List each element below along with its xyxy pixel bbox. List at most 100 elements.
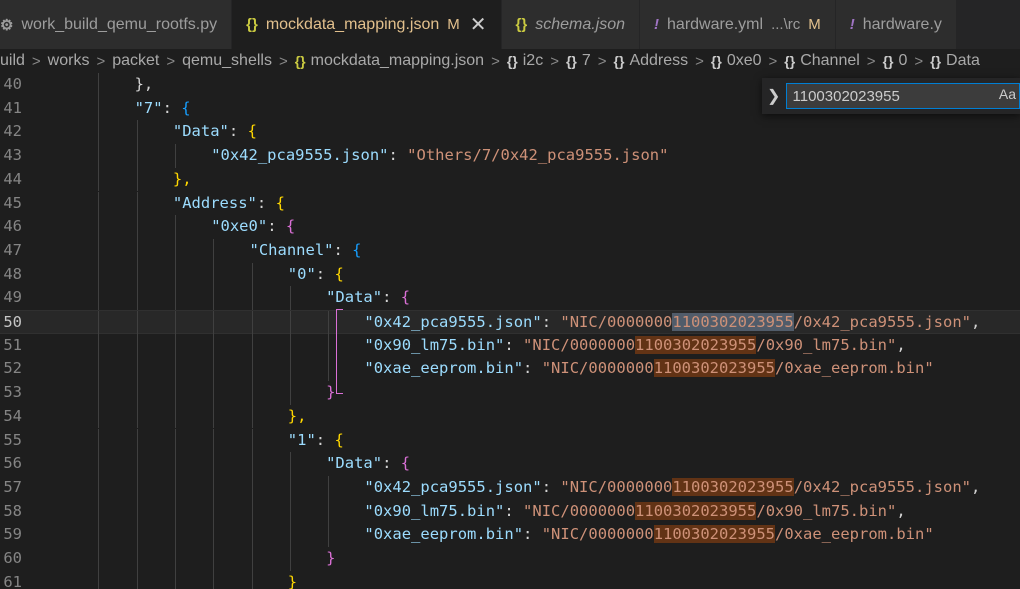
indent-guide — [174, 428, 176, 453]
breadcrumb: uild > works > packet > qemu_shells >{} mockdata… — [0, 49, 1020, 73]
breadcrumb-label: 0xe0 — [726, 52, 762, 69]
breadcrumb-label: qemu_shells — [182, 52, 272, 69]
match-case-toggle[interactable]: Aa — [999, 86, 1016, 102]
code-token: "0xae_eeprom.bin" — [364, 525, 524, 544]
chevron-right-icon: > — [695, 52, 704, 70]
code-text: }, — [288, 405, 307, 429]
code-text: } — [326, 381, 335, 405]
breadcrumb-item[interactable]: {} 7 — [566, 52, 591, 70]
breadcrumb-label: Channel — [800, 52, 860, 69]
code-token: "0x42_pca9555.json" — [364, 477, 542, 496]
indent-guide — [98, 96, 100, 121]
breadcrumb-item[interactable]: {} mockdata_mapping.json — [295, 52, 484, 70]
indent-guide — [251, 404, 253, 429]
code-text: "0x42_pca9555.json": "Others/7/0x42_pca9… — [211, 144, 668, 168]
code-line: 50 "0x42_pca9555.json": "NIC/000000011003… — [0, 310, 1020, 335]
code-token: : — [541, 477, 561, 496]
line-number: 49 — [3, 288, 22, 307]
tab-schema-json[interactable]: {} schema.json — [501, 0, 641, 49]
line-number: 57 — [3, 477, 22, 496]
indent-guide — [251, 452, 253, 476]
code-token: "0x42_pca9555.json" — [211, 146, 389, 165]
code-token: { — [275, 193, 285, 212]
indent-guide — [213, 262, 215, 287]
indent-guide — [136, 286, 138, 310]
tab-bar: ⚙ work_build_qemu_rootfs.py {} mockdata_map… — [0, 0, 1020, 49]
code-token: "0" — [287, 264, 316, 283]
indent-guide — [251, 311, 253, 335]
indent-guide — [289, 357, 291, 382]
code-token: "NIC/0000000 — [560, 313, 673, 331]
breadcrumb-item[interactable]: qemu_shells — [182, 52, 272, 70]
code-text: }, — [135, 73, 154, 97]
breadcrumb-label: packet — [112, 52, 160, 69]
code-token: { — [181, 98, 191, 117]
tab-label: hardware.y — [862, 15, 942, 33]
indent-guide — [174, 570, 176, 589]
code-token: { — [334, 264, 344, 283]
breadcrumb-label: i2c — [522, 52, 544, 69]
code-token: "1" — [287, 430, 316, 449]
code-token: : — [504, 501, 524, 520]
breadcrumb-item[interactable]: {} i2c — [507, 52, 543, 70]
tab-work-build-qemu-rootfs-py[interactable]: ⚙ work_build_qemu_rootfs.py — [0, 0, 233, 49]
code-text: "7": { — [135, 97, 191, 121]
tab-mockdata-mapping-json[interactable]: {} mockdata_mapping.json M ✕ — [232, 0, 502, 49]
indent-guide — [213, 570, 215, 589]
line-number: 45 — [3, 193, 22, 212]
indent-guide — [251, 523, 253, 547]
code-text: "0x42_pca9555.json": "NIC/00000001100302… — [364, 311, 980, 335]
indent-guide — [328, 475, 330, 500]
breadcrumb-item[interactable]: packet — [112, 52, 159, 70]
code-token: : — [162, 98, 182, 117]
indent-guide — [289, 286, 291, 310]
indent-guide — [213, 238, 215, 263]
breadcrumb-item[interactable]: {} Address — [614, 52, 689, 70]
chevron-right-icon: > — [866, 52, 876, 70]
code-text: } — [326, 547, 335, 571]
code-text: "Data": { — [326, 286, 410, 310]
breadcrumb-label: mockdata_mapping.json — [310, 52, 485, 69]
indent-guide — [289, 311, 291, 335]
code-line: 42 "Data": { — [0, 120, 1020, 145]
tab-hardware-yml[interactable]: ! hardware.yml ...\rc M — [640, 0, 836, 49]
close-icon[interactable]: ✕ — [470, 12, 487, 37]
code-line: 48 "0": { — [0, 262, 1020, 287]
line-number: 42 — [3, 122, 22, 141]
toggle-replace-chevron-icon[interactable]: ❯ — [762, 86, 786, 106]
yaml-file-icon: ! — [849, 16, 855, 33]
chevron-right-icon: > — [491, 52, 500, 70]
search-match-highlight: 1100302023955 — [653, 525, 776, 544]
indent-guide — [174, 262, 176, 287]
breadcrumb-label: uild — [0, 52, 25, 69]
indent-guide — [174, 404, 176, 429]
breadcrumb-item[interactable]: {} 0xe0 — [711, 52, 762, 70]
indent-guide — [213, 404, 215, 429]
indent-guide — [98, 452, 100, 476]
breadcrumb-item[interactable]: uild — [0, 52, 25, 70]
code-text: "1": { — [288, 429, 344, 453]
code-token: "0x42_pca9555.json" — [364, 313, 542, 331]
indent-guide — [213, 311, 215, 335]
breadcrumb-item[interactable]: works — [48, 52, 90, 70]
indent-guide — [136, 523, 138, 547]
indent-guide — [136, 191, 138, 216]
tab-hardware-y[interactable]: ! hardware.y — [835, 0, 957, 49]
indent-guide — [136, 311, 138, 335]
code-editor[interactable]: 40}, 41 "7": {42 "Data": {43 "0x42_pca9555.j… — [0, 73, 1020, 589]
indent-guide — [136, 499, 138, 524]
code-token: : — [256, 193, 276, 212]
code-line: 43 "0x42_pca9555.json": "Others/7/0x42_pc… — [0, 144, 1020, 168]
find-input[interactable] — [785, 83, 1020, 109]
object-icon: {} — [710, 53, 722, 69]
indent-guide — [136, 120, 138, 145]
breadcrumb-item[interactable]: {} Data — [930, 52, 980, 70]
indent-guide — [98, 428, 100, 453]
breadcrumb-item[interactable]: {} Channel — [784, 52, 860, 70]
indent-guide — [213, 286, 215, 310]
code-token: : — [523, 359, 542, 378]
code-token: : — [315, 264, 335, 283]
breadcrumb-item[interactable]: {} 0 — [883, 52, 908, 70]
indent-guide — [213, 499, 215, 524]
code-line: 44}, — [0, 167, 1020, 192]
